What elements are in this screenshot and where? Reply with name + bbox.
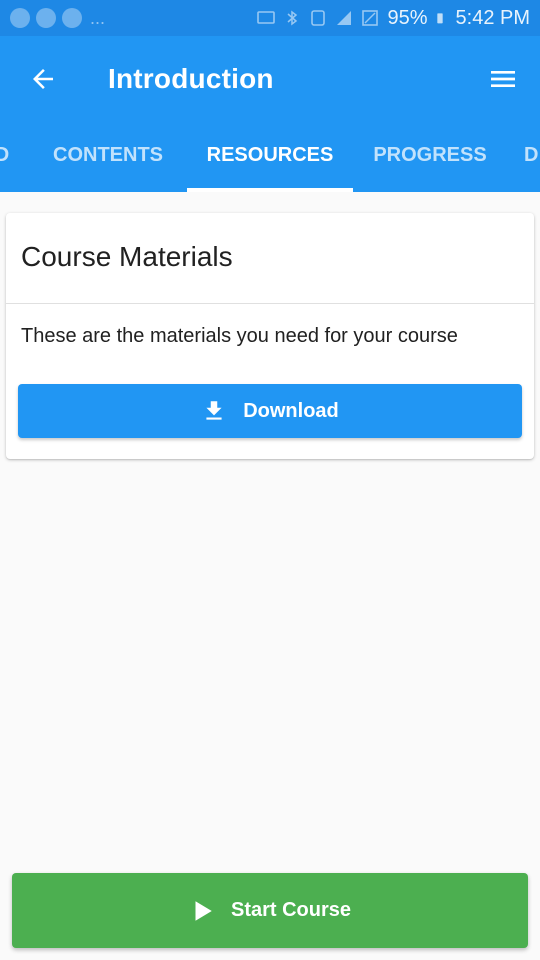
tab-partial-left[interactable]: D bbox=[0, 122, 14, 192]
no-sim-icon bbox=[362, 10, 379, 26]
active-tab-indicator bbox=[187, 188, 353, 192]
card-divider bbox=[6, 303, 534, 304]
toolbar: Introduction bbox=[0, 36, 540, 122]
start-course-label: Start Course bbox=[230, 899, 352, 921]
app-notification-icon bbox=[62, 8, 82, 28]
app-notification-icon bbox=[10, 8, 30, 28]
download-button[interactable]: Download bbox=[18, 384, 522, 438]
tab-progress[interactable]: PROGRESS bbox=[356, 122, 504, 192]
battery-icon bbox=[436, 13, 443, 24]
card-title: Course Materials bbox=[21, 241, 233, 272]
nfc-icon bbox=[311, 10, 326, 26]
tab-contents[interactable]: CONTENTS bbox=[30, 122, 186, 192]
start-course-button[interactable]: Start Course bbox=[12, 873, 528, 948]
status-notifications: ... bbox=[10, 8, 105, 29]
battery-percent: 95% bbox=[387, 6, 428, 29]
back-button[interactable] bbox=[22, 58, 64, 100]
status-bar: ... 95% 5:42 PM bbox=[0, 0, 540, 36]
app-bar: Introduction D CONTENTS RESOURCES PROGRE… bbox=[0, 36, 540, 192]
download-label: Download bbox=[243, 399, 339, 422]
course-materials-card: Course Materials These are the materials… bbox=[6, 213, 534, 459]
tab-bar: D CONTENTS RESOURCES PROGRESS D bbox=[0, 122, 540, 192]
menu-button[interactable] bbox=[482, 58, 524, 100]
tab-resources[interactable]: RESOURCES bbox=[187, 122, 353, 192]
play-icon bbox=[195, 900, 212, 921]
page-title: Introduction bbox=[108, 63, 274, 94]
app-notification-icon bbox=[36, 8, 56, 28]
cast-icon bbox=[257, 11, 276, 24]
arrow-left-icon bbox=[33, 69, 53, 89]
bluetooth-icon bbox=[287, 10, 298, 26]
status-system: 95% 5:42 PM bbox=[257, 7, 530, 30]
download-icon bbox=[206, 401, 222, 420]
overflow-dots: ... bbox=[90, 7, 106, 28]
clock: 5:42 PM bbox=[455, 6, 530, 29]
hamburger-menu-icon bbox=[491, 71, 515, 87]
signal-icon bbox=[337, 11, 352, 25]
card-description: These are the materials you need for you… bbox=[21, 325, 458, 347]
tab-partial-right[interactable]: D bbox=[524, 122, 540, 192]
